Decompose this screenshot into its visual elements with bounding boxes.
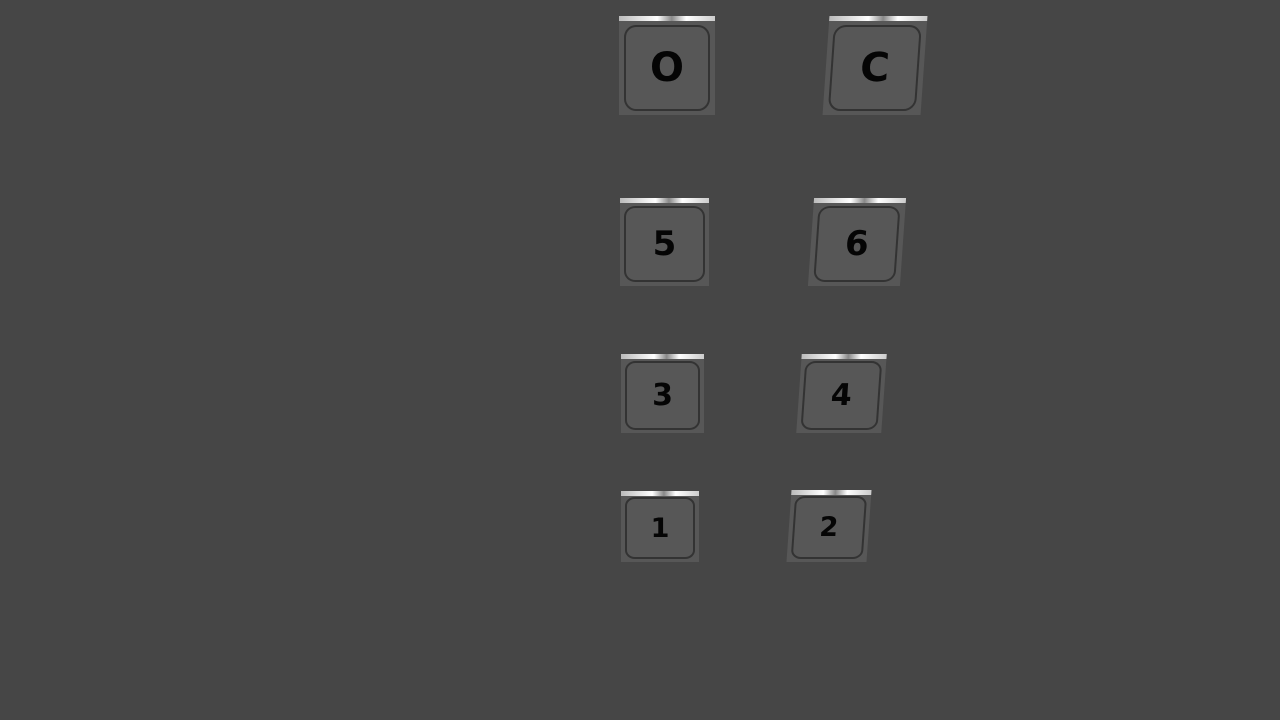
button-bevel [621, 354, 704, 359]
button-bevel [801, 354, 887, 359]
button-label: O [623, 24, 711, 112]
floor-5-button[interactable]: 5 [620, 198, 709, 286]
door-close-button[interactable]: C [822, 16, 928, 115]
button-label: 6 [812, 205, 901, 283]
button-bevel [619, 16, 715, 21]
floor-4-button[interactable]: 4 [796, 354, 887, 433]
floor-6-button[interactable]: 6 [807, 198, 907, 286]
button-label: 2 [790, 496, 868, 560]
button-label: 5 [624, 205, 705, 283]
button-bevel [813, 198, 907, 203]
floor-1-button[interactable]: 1 [621, 491, 699, 562]
floor-2-button[interactable]: 2 [786, 490, 872, 562]
button-bevel [620, 198, 709, 203]
floor-3-button[interactable]: 3 [621, 354, 704, 433]
button-label: C [827, 24, 922, 112]
button-label: 1 [624, 497, 696, 560]
button-bevel [791, 490, 872, 495]
button-label: 4 [800, 361, 883, 430]
button-bevel [621, 491, 699, 496]
door-open-button[interactable]: O [619, 16, 715, 115]
button-label: 3 [625, 361, 700, 430]
button-bevel [829, 16, 928, 21]
